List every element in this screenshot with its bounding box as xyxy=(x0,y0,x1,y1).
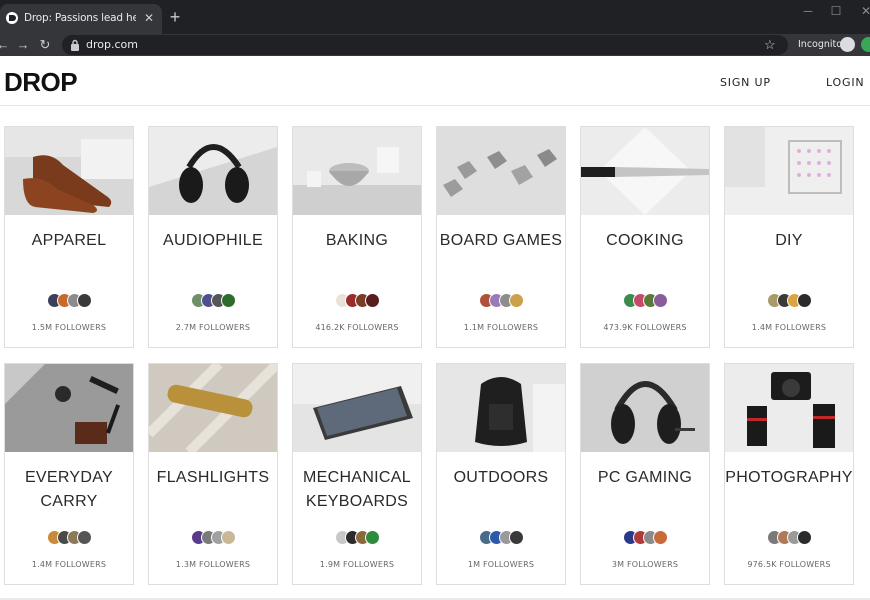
site-header: DROP SIGN UP LOGIN xyxy=(0,56,870,106)
extension-icon[interactable] xyxy=(861,37,870,52)
card-title: COOKING xyxy=(606,232,684,249)
photography-image xyxy=(725,364,853,452)
avatar xyxy=(364,530,380,545)
drop-logo[interactable]: DROP xyxy=(4,69,100,95)
tab-close-icon[interactable]: ✕ xyxy=(142,11,156,25)
browser-toolbar: ← → ↻ drop.com ☆ Incognito xyxy=(0,34,870,56)
follower-avatars xyxy=(5,293,133,311)
avatar xyxy=(76,293,92,308)
avatar xyxy=(364,293,380,308)
bookmark-star-icon[interactable]: ☆ xyxy=(764,37,776,53)
avatar xyxy=(76,530,92,545)
login-link[interactable]: LOGIN xyxy=(826,76,864,89)
follower-avatars xyxy=(725,293,853,311)
category-card-pc-gaming[interactable]: PC GAMING 3M FOLLOWERS xyxy=(580,363,710,585)
card-title: MECHANICAL KEYBOARDS xyxy=(303,469,411,510)
follower-count: 976.5K FOLLOWERS xyxy=(747,560,831,569)
category-card-baking[interactable]: BAKING 416.2K FOLLOWERS xyxy=(292,126,422,348)
everyday-carry-image xyxy=(5,364,133,452)
follower-avatars xyxy=(149,293,277,311)
follower-avatars xyxy=(725,530,853,548)
card-title: BOARD GAMES xyxy=(439,232,563,249)
card-title: PC GAMING xyxy=(597,469,693,486)
drop-favicon-icon xyxy=(6,12,18,24)
category-card-cooking[interactable]: COOKING 473.9K FOLLOWERS xyxy=(580,126,710,348)
flashlights-image xyxy=(149,364,277,452)
card-title: OUTDOORS xyxy=(453,469,549,486)
mechanical-keyboards-image xyxy=(293,364,421,452)
incognito-icon[interactable] xyxy=(840,37,855,52)
follower-count: 416.2K FOLLOWERS xyxy=(315,323,399,332)
card-title: APPAREL xyxy=(31,232,107,249)
url-text: drop.com xyxy=(86,38,138,51)
follower-avatars xyxy=(293,293,421,311)
tab-title: Drop: Passions lead here (formerly Massd… xyxy=(24,12,136,24)
browser-tabstrip: Drop: Passions lead here (formerly Massd… xyxy=(0,0,870,34)
follower-count: 2.7M FOLLOWERS xyxy=(175,323,251,332)
cooking-image xyxy=(581,127,709,215)
avatar xyxy=(220,293,236,308)
follower-avatars xyxy=(149,530,277,548)
follower-avatars xyxy=(581,293,709,311)
follower-count: 1.4M FOLLOWERS xyxy=(751,323,827,332)
follower-count: 1.9M FOLLOWERS xyxy=(319,560,395,569)
category-card-mechanical-keyboards[interactable]: MECHANICAL KEYBOARDS 1.9M FOLLOWERS xyxy=(292,363,422,585)
category-card-audiophile[interactable]: AUDIOPHILE 2.7M FOLLOWERS xyxy=(148,126,278,348)
follower-count: 473.9K FOLLOWERS xyxy=(603,323,687,332)
follower-avatars xyxy=(437,530,565,548)
card-title: FLASHLIGHTS xyxy=(156,469,270,486)
card-title: BAKING xyxy=(325,232,389,249)
window-maximize-button[interactable]: ☐ xyxy=(826,4,846,20)
avatar xyxy=(652,530,668,545)
follower-avatars xyxy=(293,530,421,548)
card-title: DIY xyxy=(775,232,803,249)
sign-up-link[interactable]: SIGN UP xyxy=(720,76,771,89)
diy-image xyxy=(725,127,853,215)
pc-gaming-image xyxy=(581,364,709,452)
audiophile-image xyxy=(149,127,277,215)
follower-avatars xyxy=(5,530,133,548)
avatar xyxy=(652,293,668,308)
follower-avatars xyxy=(581,530,709,548)
forward-button[interactable]: → xyxy=(14,36,32,54)
category-card-diy[interactable]: DIY 1.4M FOLLOWERS xyxy=(724,126,854,348)
category-card-board-games[interactable]: BOARD GAMES 1.1M FOLLOWERS xyxy=(436,126,566,348)
avatar xyxy=(796,293,812,308)
outdoors-image xyxy=(437,364,565,452)
card-title: EVERYDAY CARRY xyxy=(24,469,114,510)
follower-count: 1.5M FOLLOWERS xyxy=(31,323,107,332)
window-minimize-button[interactable]: ─ xyxy=(798,4,818,20)
window-close-button[interactable]: ✕ xyxy=(856,4,870,20)
reload-button[interactable]: ↻ xyxy=(36,36,54,54)
new-tab-button[interactable]: + xyxy=(166,8,184,26)
lock-icon xyxy=(71,39,79,51)
category-card-flashlights[interactable]: FLASHLIGHTS 1.3M FOLLOWERS xyxy=(148,363,278,585)
category-card-apparel[interactable]: APPAREL 1.5M FOLLOWERS xyxy=(4,126,134,348)
avatar xyxy=(220,530,236,545)
follower-count: 1M FOLLOWERS xyxy=(467,560,535,569)
incognito-label: Incognito xyxy=(798,39,843,50)
card-title: AUDIOPHILE xyxy=(163,232,263,249)
card-title: PHOTOGRAPHY xyxy=(725,469,853,486)
board-games-image xyxy=(437,127,565,215)
avatar xyxy=(508,530,524,545)
address-bar[interactable]: drop.com ☆ xyxy=(62,35,788,55)
avatar xyxy=(796,530,812,545)
follower-avatars xyxy=(437,293,565,311)
follower-count: 1.1M FOLLOWERS xyxy=(463,323,539,332)
back-button[interactable]: ← xyxy=(0,36,12,54)
baking-image xyxy=(293,127,421,215)
category-card-photography[interactable]: PHOTOGRAPHY 976.5K FOLLOWERS xyxy=(724,363,854,585)
logo-text: DROP xyxy=(4,69,77,95)
category-card-outdoors[interactable]: OUTDOORS 1M FOLLOWERS xyxy=(436,363,566,585)
apparel-image xyxy=(5,127,133,215)
browser-tab[interactable]: Drop: Passions lead here (formerly Massd… xyxy=(0,4,162,34)
follower-count: 3M FOLLOWERS xyxy=(611,560,679,569)
avatar xyxy=(508,293,524,308)
category-card-everyday-carry[interactable]: EVERYDAY CARRY 1.4M FOLLOWERS xyxy=(4,363,134,585)
follower-count: 1.4M FOLLOWERS xyxy=(31,560,107,569)
follower-count: 1.3M FOLLOWERS xyxy=(175,560,251,569)
